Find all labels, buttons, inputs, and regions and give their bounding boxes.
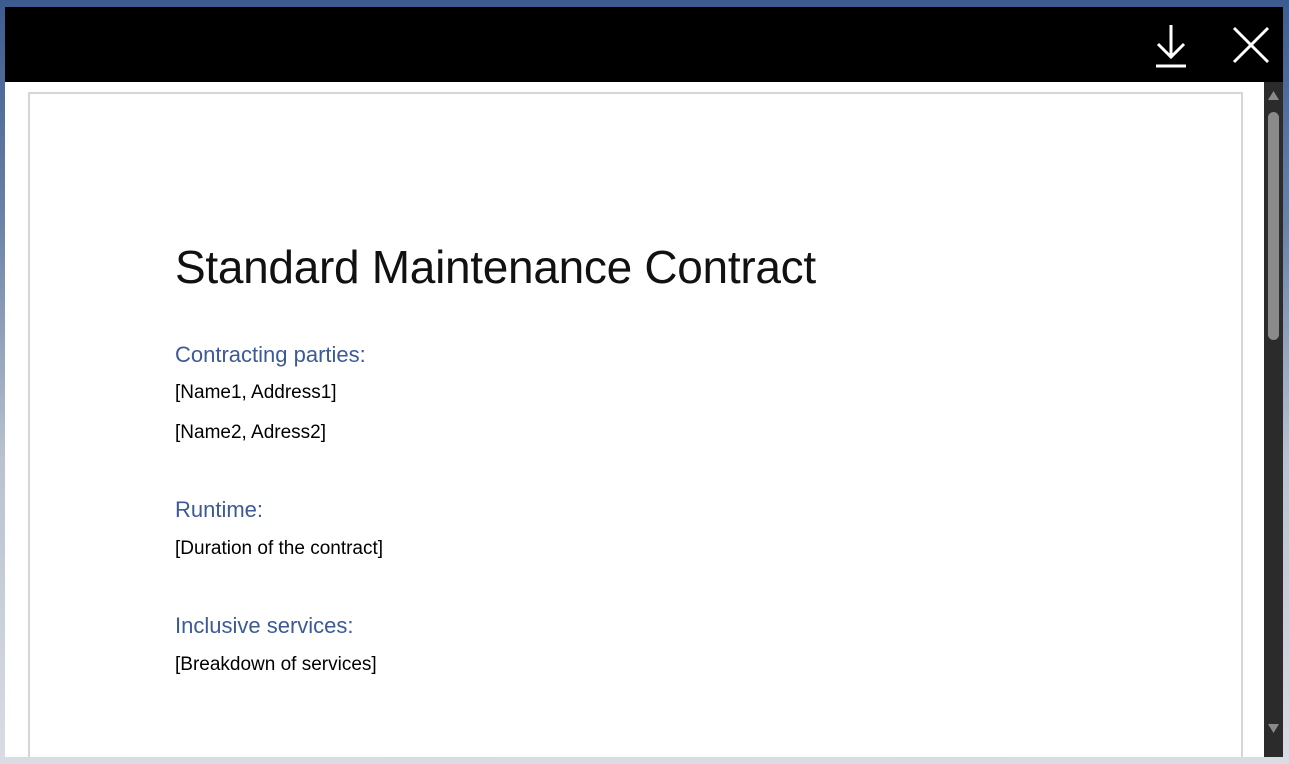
section-line: [Duration of the contract] (175, 538, 384, 559)
viewer-title-bar (5, 7, 1283, 82)
document-viewer-window: Standard Maintenance Contract Contractin… (5, 7, 1283, 757)
section-heading: Inclusive services: (175, 613, 354, 638)
scroll-down-button[interactable] (1264, 720, 1283, 736)
section-runtime: Runtime: [Duration of the contract] (175, 496, 1175, 562)
arrow-up-icon (1268, 91, 1279, 100)
section-line: [Name2, Adress2] (175, 422, 327, 443)
document-title: Standard Maintenance Contract (175, 241, 816, 293)
close-button[interactable] (1225, 19, 1277, 71)
document-scroll-area[interactable]: Standard Maintenance Contract Contractin… (5, 82, 1264, 757)
section-line: [Name1, Address1] (175, 382, 337, 403)
close-icon (1232, 26, 1270, 64)
arrow-down-icon (1268, 724, 1279, 733)
download-icon (1156, 25, 1186, 68)
section-heading: Runtime: (175, 497, 264, 522)
vertical-scrollbar[interactable] (1264, 82, 1283, 757)
page-content: Standard Maintenance Contract Contractin… (175, 239, 1175, 678)
scrollbar-thumb[interactable] (1268, 112, 1279, 340)
section-heading: Contracting parties: (175, 342, 366, 367)
document-page: Standard Maintenance Contract Contractin… (28, 92, 1243, 757)
download-button[interactable] (1145, 19, 1197, 71)
section-line: [Breakdown of services] (175, 654, 377, 675)
section-inclusive-services: Inclusive services: [Breakdown of servic… (175, 612, 1175, 678)
section-contracting-parties: Contracting parties: [Name1, Address1] [… (175, 341, 1175, 446)
scroll-up-button[interactable] (1264, 88, 1283, 104)
